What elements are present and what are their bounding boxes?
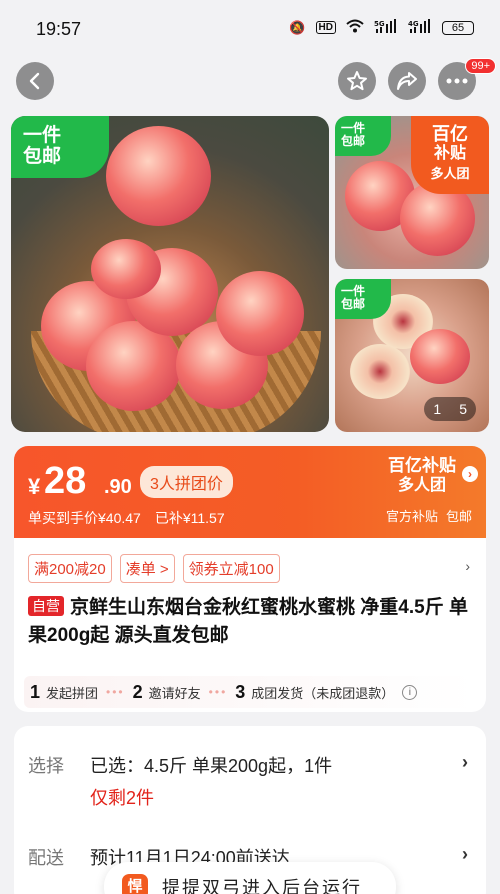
subsidy-amount: 已补¥11.57 bbox=[154, 510, 225, 526]
thumbnail-image[interactable]: 一件 包邮 百亿 补贴 多人团 bbox=[335, 116, 489, 269]
price-subline: 单买到手价¥40.47 已补¥11.57 bbox=[28, 508, 225, 528]
currency-symbol: ¥ bbox=[28, 474, 41, 499]
product-title: 自营 京鲜生山东烟台金秋红蜜桃水蜜桃 净重4.5斤 单果200g起 源头直发包邮 bbox=[28, 596, 468, 646]
battery-icon: 65 bbox=[442, 20, 474, 35]
share-button[interactable] bbox=[388, 62, 426, 100]
product-info-card: 满200减20 凑单 > 领券立减100 › 自营 京鲜生山东烟台金秋红蜜桃水蜜桃… bbox=[14, 538, 486, 712]
free-shipping-tag: 一件 包邮 bbox=[335, 116, 391, 156]
free-shipping-tag: 一件 包邮 bbox=[335, 279, 391, 319]
back-arrow-icon bbox=[29, 72, 40, 90]
step-number: 3 bbox=[235, 681, 246, 702]
signal-5g-icon: 5G bbox=[374, 19, 398, 36]
single-buy-price: 单买到手价¥40.47 bbox=[28, 510, 141, 526]
product-gallery[interactable]: 一件 包邮 一件 包邮 百亿 补贴 多人团 一件 包邮 1 5 bbox=[0, 116, 500, 432]
coupon-tag[interactable]: 满200减20 bbox=[28, 554, 112, 583]
step-divider: ••• bbox=[106, 685, 125, 699]
status-bar: 19:57 🔕 HD 5G 4G 65 bbox=[0, 0, 500, 58]
chevron-right-icon[interactable]: › bbox=[462, 752, 468, 773]
chevron-right-icon[interactable]: › bbox=[465, 558, 470, 574]
back-button[interactable] bbox=[16, 62, 54, 100]
svg-text:5G: 5G bbox=[374, 20, 385, 28]
billion-subsidy-logo[interactable]: 百亿补贴 多人团 bbox=[388, 456, 456, 496]
billion-subsidy-badge: 百亿 补贴 多人团 bbox=[411, 116, 489, 194]
peach-graphic bbox=[410, 329, 470, 384]
price-decimal: .90 bbox=[104, 476, 132, 498]
favorite-button[interactable] bbox=[338, 62, 376, 100]
mute-icon: 🔕 bbox=[289, 19, 306, 35]
info-icon[interactable]: i bbox=[402, 684, 418, 700]
price-banner: ¥ 28 .90 3人拼团价 单买到手价¥40.47 已补¥11.57 百亿补贴… bbox=[14, 446, 486, 538]
peach-half-graphic bbox=[350, 344, 410, 399]
svg-text:4G: 4G bbox=[408, 20, 419, 28]
main-product-image[interactable]: 一件 包邮 bbox=[11, 116, 329, 432]
coupon-tag[interactable]: 凑单 > bbox=[119, 554, 175, 583]
step-label: 邀请好友 bbox=[148, 685, 201, 701]
stock-warning: 仅剩2件 bbox=[90, 788, 155, 808]
app-icon: 悍 bbox=[122, 874, 148, 894]
step-label: 成团发货（未成团退款） bbox=[251, 685, 395, 701]
peach-graphic bbox=[216, 271, 304, 356]
price-integer: 28 bbox=[44, 460, 87, 502]
step-number: 2 bbox=[132, 681, 143, 702]
more-icon bbox=[446, 78, 468, 84]
self-operated-badge: 自营 bbox=[28, 596, 64, 616]
selected-spec[interactable]: 已选：4.5斤 单果200g起，1件 bbox=[90, 752, 332, 778]
brand-subline: 官方补贴 包邮 bbox=[385, 509, 472, 524]
star-icon bbox=[347, 71, 367, 91]
group-buy-steps[interactable]: 1 发起拼团 ••• 2 邀请好友 ••• 3 成团发货（未成团退款） i bbox=[24, 676, 476, 708]
status-icons: 🔕 HD 5G 4G 65 bbox=[289, 19, 474, 36]
status-time: 19:57 bbox=[36, 19, 82, 39]
hd-icon: HD bbox=[315, 21, 336, 34]
wifi-icon bbox=[346, 19, 364, 36]
chevron-right-icon[interactable]: › bbox=[462, 466, 478, 482]
step-number: 1 bbox=[30, 681, 41, 702]
share-icon bbox=[397, 72, 417, 90]
chevron-right-icon[interactable]: › bbox=[462, 844, 468, 865]
signal-4g-icon: 4G bbox=[408, 19, 432, 36]
select-label: 选择 bbox=[28, 756, 64, 776]
delivery-label: 配送 bbox=[28, 848, 64, 868]
notification-badge: 99+ bbox=[465, 58, 496, 74]
toast-text: 提提双弓进入后台运行 bbox=[162, 878, 362, 894]
step-divider: ••• bbox=[208, 685, 228, 699]
coupon-row[interactable]: 满200减20 凑单 > 领券立减100 bbox=[28, 554, 280, 583]
free-shipping-tag: 一件 包邮 bbox=[11, 116, 109, 178]
group-price-label: 3人拼团价 bbox=[140, 466, 233, 498]
background-run-toast[interactable]: 悍 提提双弓进入后台运行 bbox=[104, 862, 396, 894]
peach-graphic bbox=[106, 126, 211, 226]
coupon-tag[interactable]: 领券立减100 bbox=[182, 554, 280, 583]
image-counter: 1 5 bbox=[424, 397, 476, 421]
peach-graphic bbox=[91, 239, 161, 299]
step-label: 发起拼团 bbox=[46, 685, 99, 701]
